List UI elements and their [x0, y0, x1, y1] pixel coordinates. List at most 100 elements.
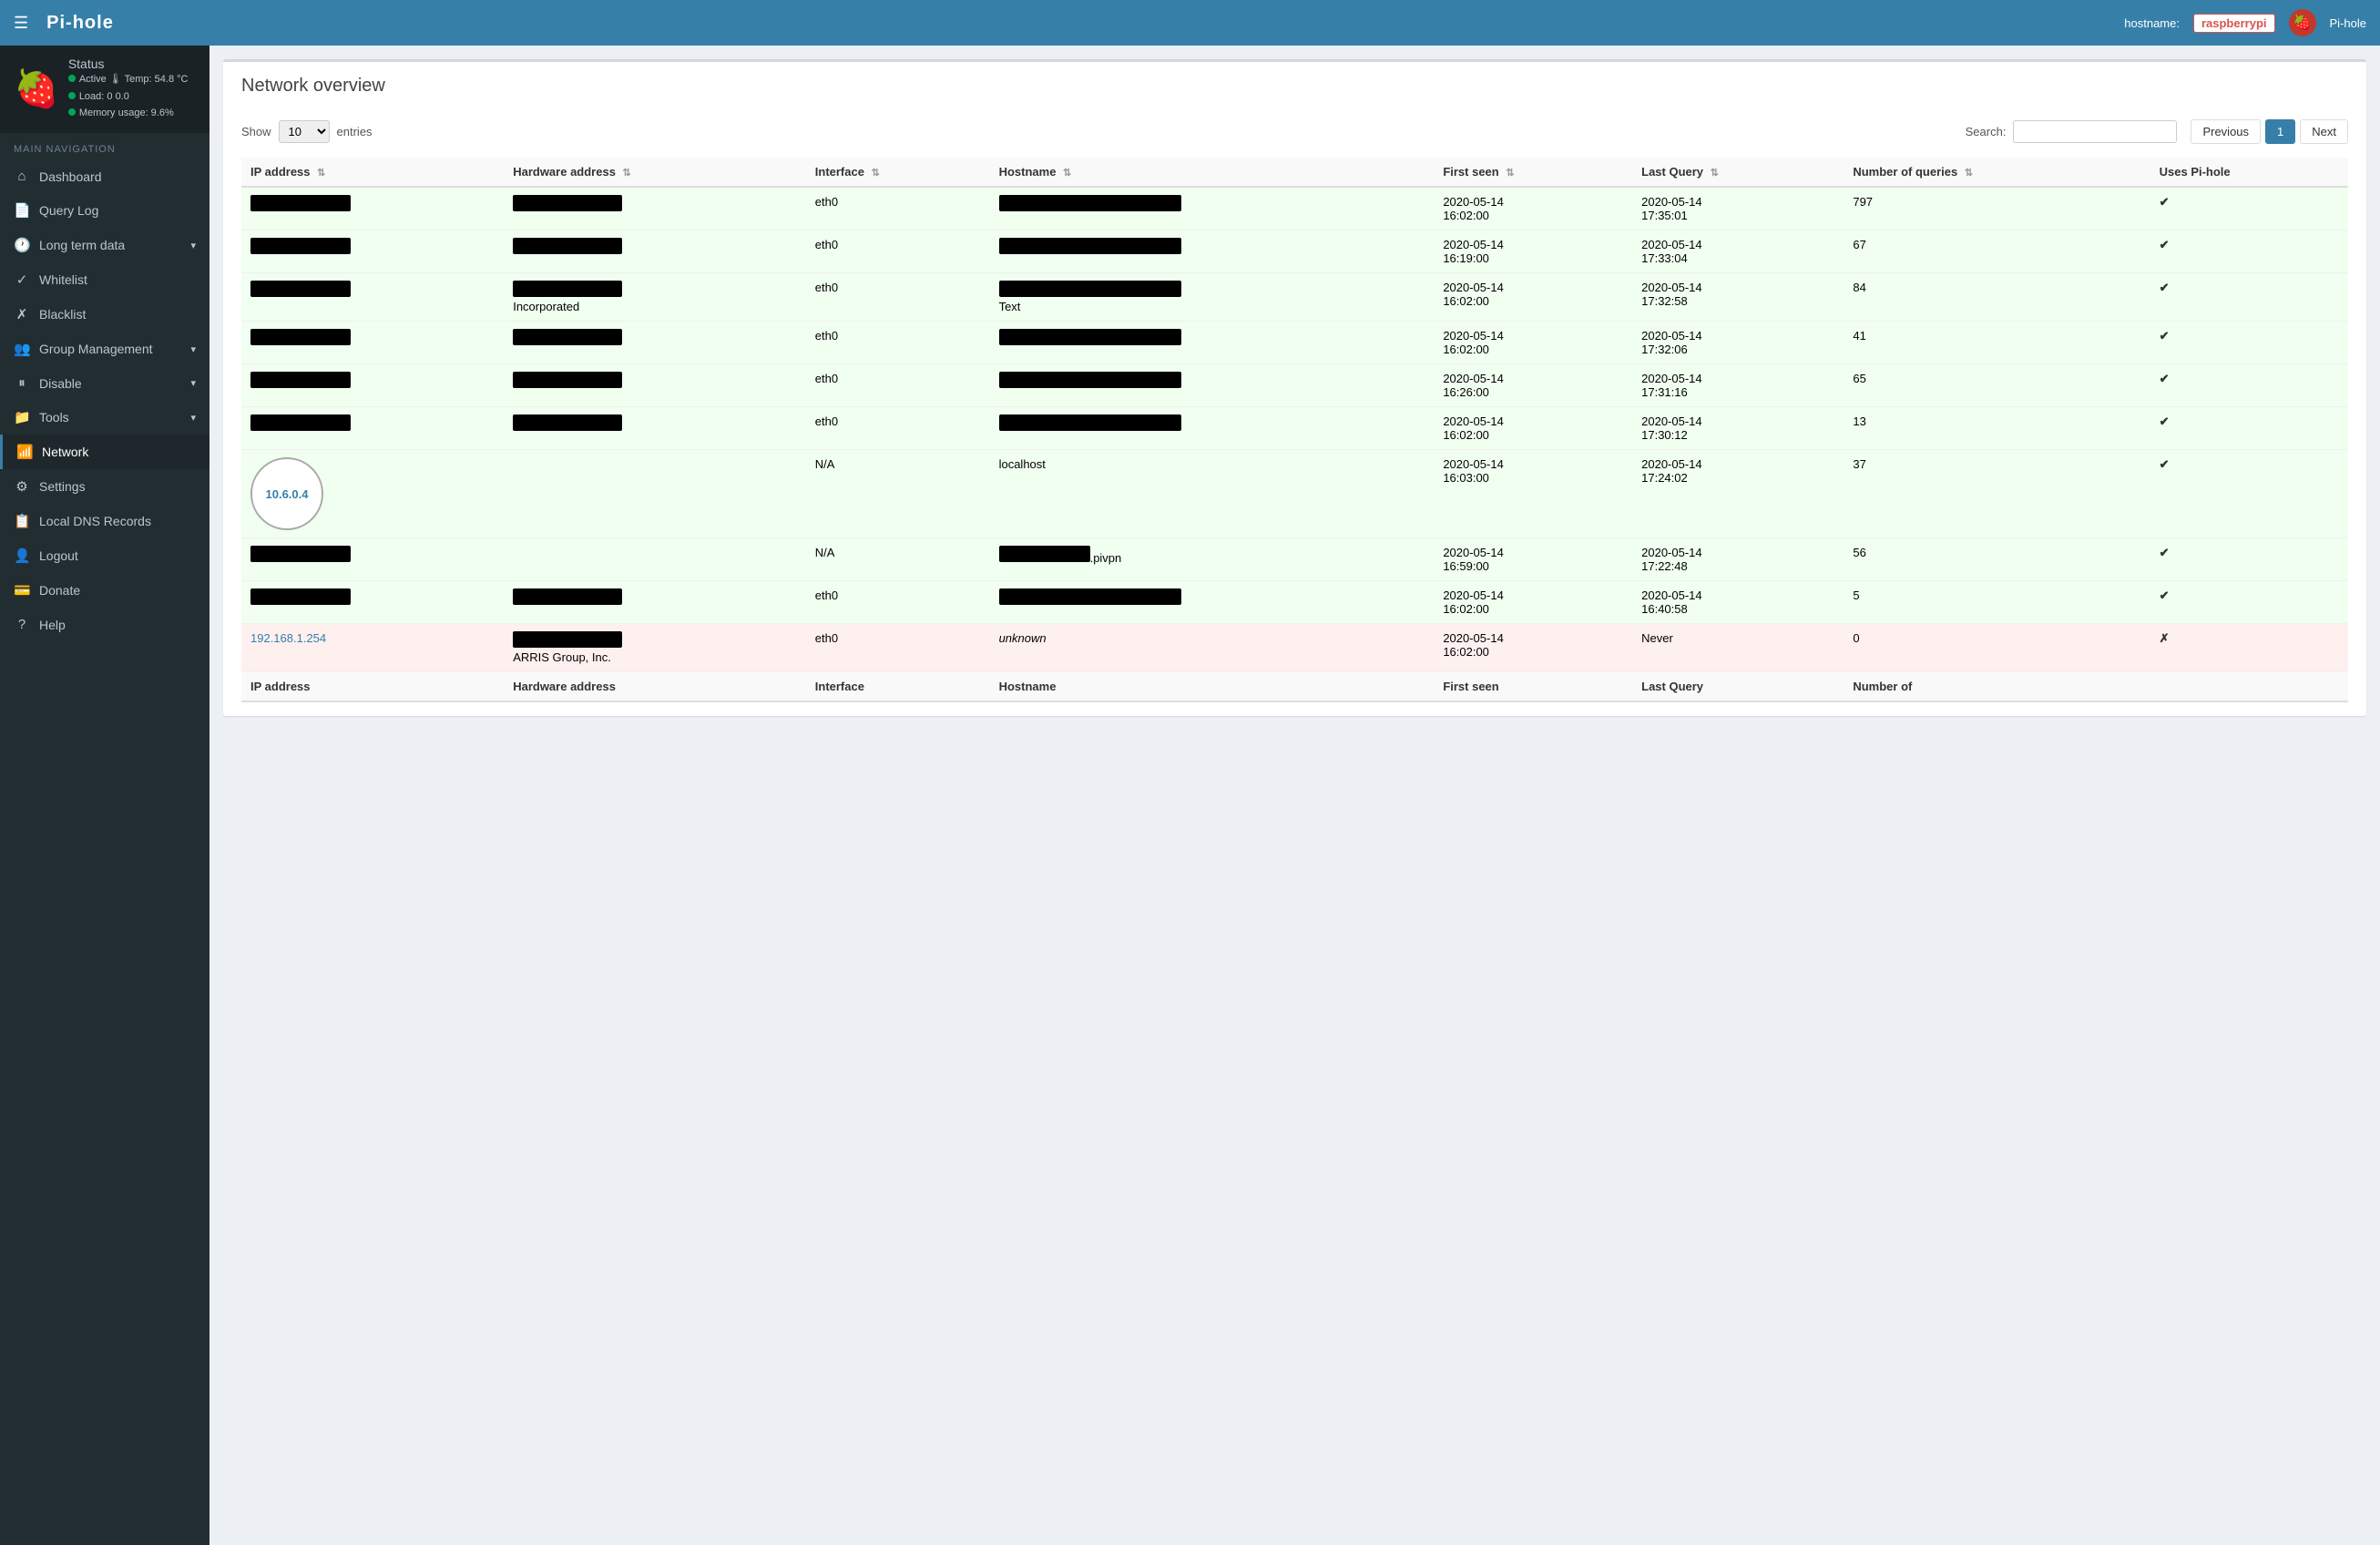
redacted-mac — [513, 281, 622, 297]
cell-hostname — [990, 581, 1435, 624]
cell-uses-pihole: ✔ — [2150, 450, 2348, 538]
table-footer-row: IP address Hardware address Interface Ho… — [241, 672, 2348, 702]
mac-sub: Incorporated — [513, 300, 579, 313]
sidebar-item-help[interactable]: ? Help — [0, 608, 209, 641]
dns-icon: 📋 — [14, 513, 30, 529]
sidebar-item-blacklist[interactable]: ✗ Blacklist — [0, 297, 209, 332]
sidebar-item-label: Long term data — [39, 238, 125, 252]
show-entries: Show 10 25 50 100 entries — [241, 120, 373, 143]
sidebar-item-tools[interactable]: 📁 Tools ▾ — [0, 400, 209, 435]
cell-first-seen: 2020-05-1416:02:00 — [1434, 581, 1632, 624]
sidebar-status: 🍓 Status Active 🌡 Temp: 54.8 °C Load: 0 … — [0, 46, 209, 133]
footer-last-query: Last Query — [1632, 672, 1844, 702]
cell-interface: eth0 — [806, 273, 990, 322]
cell-mac — [504, 187, 806, 230]
cell-last-query: 2020-05-1417:31:16 — [1632, 364, 1844, 407]
table-controls-top: Show 10 25 50 100 entries Search: — [241, 119, 2348, 144]
cell-hostname: Text — [990, 273, 1435, 322]
cell-hostname — [990, 322, 1435, 364]
col-header-uses-pihole: Uses Pi-hole — [2150, 158, 2348, 187]
show-label: Show — [241, 125, 271, 138]
redacted-ip — [250, 414, 351, 431]
next-button[interactable]: Next — [2300, 119, 2348, 144]
cell-hostname: localhost — [990, 450, 1435, 538]
redacted-hostname — [999, 195, 1181, 211]
cell-last-query: 2020-05-1417:32:06 — [1632, 322, 1844, 364]
table-row: eth02020-05-1416:02:002020-05-1417:30:12… — [241, 407, 2348, 450]
sidebar-item-long-term-data[interactable]: 🕐 Long term data ▾ — [0, 228, 209, 262]
sidebar-item-dashboard[interactable]: ⌂ Dashboard — [0, 159, 209, 193]
x-icon: ✗ — [14, 306, 30, 322]
sidebar-item-group-management[interactable]: 👥 Group Management ▾ — [0, 332, 209, 366]
cell-uses-pihole: ✔ — [2150, 230, 2348, 273]
ip-link[interactable]: 192.168.1.254 — [250, 631, 326, 645]
navbar-brand: Pi-hole — [46, 13, 114, 34]
sidebar-item-whitelist[interactable]: ✓ Whitelist — [0, 262, 209, 297]
brand-suffix: hole — [73, 13, 114, 33]
cell-mac — [504, 450, 806, 538]
redacted-hostname — [999, 372, 1181, 388]
hostname-italic: unknown — [999, 631, 1047, 645]
sidebar-item-local-dns[interactable]: 📋 Local DNS Records — [0, 504, 209, 538]
cell-uses-pihole: ✔ — [2150, 322, 2348, 364]
cell-mac: ARRIS Group, Inc. — [504, 624, 806, 672]
redacted-hostname — [999, 414, 1181, 431]
table-row: Incorporatedeth0Text2020-05-1416:02:0020… — [241, 273, 2348, 322]
status-load: Load: 0 0.0 — [68, 88, 189, 106]
sidebar-item-label: Donate — [39, 583, 80, 598]
help-icon: ? — [14, 617, 30, 632]
sidebar-item-disable[interactable]: ⏸ Disable ▾ — [0, 366, 209, 400]
sort-icon-hostname: ⇅ — [1063, 168, 1071, 179]
cell-num-queries: 56 — [1844, 538, 2150, 581]
redacted-hostname — [999, 546, 1090, 562]
home-icon: ⌂ — [14, 169, 30, 184]
entries-select[interactable]: 10 25 50 100 — [279, 120, 330, 143]
clock-icon: 🕐 — [14, 237, 30, 253]
sidebar-item-logout[interactable]: 👤 Logout — [0, 538, 209, 573]
redacted-hostname — [999, 588, 1181, 605]
sidebar-item-label: Help — [39, 618, 66, 632]
page-title: Network overview — [241, 76, 2348, 106]
cell-first-seen: 2020-05-1416:02:00 — [1434, 624, 1632, 672]
cell-first-seen: 2020-05-1416:59:00 — [1434, 538, 1632, 581]
table-row: eth02020-05-1416:02:002020-05-1417:32:06… — [241, 322, 2348, 364]
cell-ip — [241, 322, 504, 364]
table-row: eth02020-05-1416:02:002020-05-1416:40:58… — [241, 581, 2348, 624]
checkmark-icon: ✔ — [2160, 414, 2170, 428]
sidebar-item-donate[interactable]: 💳 Donate — [0, 573, 209, 608]
menu-icon[interactable]: ☰ — [14, 14, 28, 33]
page-1-button[interactable]: 1 — [2265, 119, 2295, 144]
cell-uses-pihole: ✔ — [2150, 364, 2348, 407]
ip-circle: 10.6.0.4 — [250, 457, 323, 530]
sidebar-logo: 🍓 — [14, 71, 59, 107]
chevron-down-icon: ▾ — [190, 377, 196, 389]
checkmark-icon: ✔ — [2160, 281, 2170, 294]
network-icon: 📶 — [16, 444, 33, 460]
table-row: eth02020-05-1416:02:002020-05-1417:35:01… — [241, 187, 2348, 230]
cell-last-query: 2020-05-1417:33:04 — [1632, 230, 1844, 273]
check-icon: ✓ — [14, 271, 30, 288]
search-input[interactable] — [2013, 120, 2177, 143]
redacted-mac — [513, 238, 622, 254]
prev-button[interactable]: Previous — [2191, 119, 2261, 144]
cell-mac — [504, 230, 806, 273]
sidebar-item-network[interactable]: 📶 Network — [0, 435, 209, 469]
footer-interface: Interface — [806, 672, 990, 702]
cell-hostname: unknown — [990, 624, 1435, 672]
sidebar: 🍓 Status Active 🌡 Temp: 54.8 °C Load: 0 … — [0, 46, 209, 1545]
redacted-hostname — [999, 238, 1181, 254]
donate-icon: 💳 — [14, 582, 30, 599]
brand-prefix: Pi- — [46, 13, 73, 33]
checkmark-icon: ✔ — [2160, 238, 2170, 251]
right-controls: Search: Previous 1 Next — [1966, 119, 2348, 144]
sidebar-item-query-log[interactable]: 📄 Query Log — [0, 193, 209, 228]
cell-hostname — [990, 407, 1435, 450]
redacted-hostname — [999, 329, 1181, 345]
sidebar-item-settings[interactable]: ⚙ Settings — [0, 469, 209, 504]
redacted-ip — [250, 372, 351, 388]
cell-interface: eth0 — [806, 624, 990, 672]
table-row: N/A.pivpn2020-05-1416:59:002020-05-1417:… — [241, 538, 2348, 581]
group-icon: 👥 — [14, 341, 30, 357]
checkmark-icon: ✔ — [2160, 546, 2170, 559]
status-details: Active 🌡 Temp: 54.8 °C Load: 0 0.0 Memor… — [68, 71, 189, 122]
